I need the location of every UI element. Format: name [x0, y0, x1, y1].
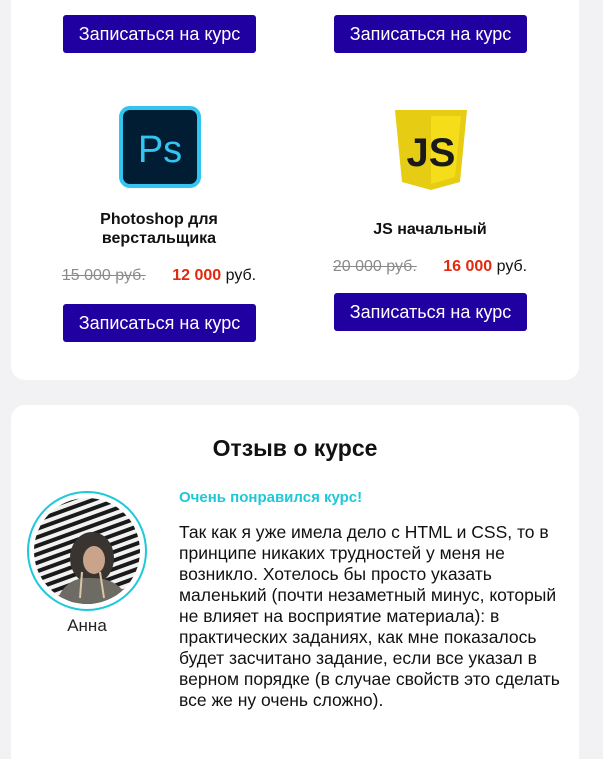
price-row-js: 20 000 руб. 16 000 руб.	[300, 258, 560, 276]
avatar-photo	[34, 498, 140, 604]
review-card: Отзыв о курсе Анна Очень понравился курс…	[11, 405, 579, 759]
svg-text:Ps: Ps	[138, 129, 182, 171]
old-price: 15 000 руб.	[61, 267, 146, 284]
currency: руб.	[225, 267, 257, 284]
new-price: 12 000	[172, 267, 222, 284]
enroll-button-js[interactable]: Записаться на курс	[334, 293, 527, 331]
course-title-photoshop: Photoshop для верстальщика	[100, 211, 218, 247]
javascript-icon: JS	[393, 108, 469, 192]
photoshop-icon: Ps	[119, 106, 201, 188]
enroll-button-top-right[interactable]: Записаться на курс	[334, 15, 527, 53]
enroll-button-top-left[interactable]: Записаться на курс	[63, 15, 256, 53]
currency: руб.	[496, 258, 528, 275]
price-row-photoshop: 15 000 руб. 12 000 руб.	[29, 267, 289, 285]
enroll-button-photoshop[interactable]: Записаться на курс	[63, 304, 256, 342]
author-name: Анна	[67, 616, 107, 635]
review-headline: Очень понравился курс!	[179, 489, 363, 506]
review-text: Так как я уже имела дело с HTML и CSS, т…	[179, 522, 560, 710]
courses-card: Записаться на курс Записаться на курс Ps…	[11, 0, 579, 380]
section-title: Отзыв о курсе	[212, 435, 378, 461]
old-price: 20 000 руб.	[332, 258, 417, 275]
new-price: 16 000	[443, 258, 493, 275]
svg-text:JS: JS	[407, 131, 456, 175]
course-title-js: JS начальный	[373, 221, 487, 238]
avatar	[27, 491, 147, 611]
